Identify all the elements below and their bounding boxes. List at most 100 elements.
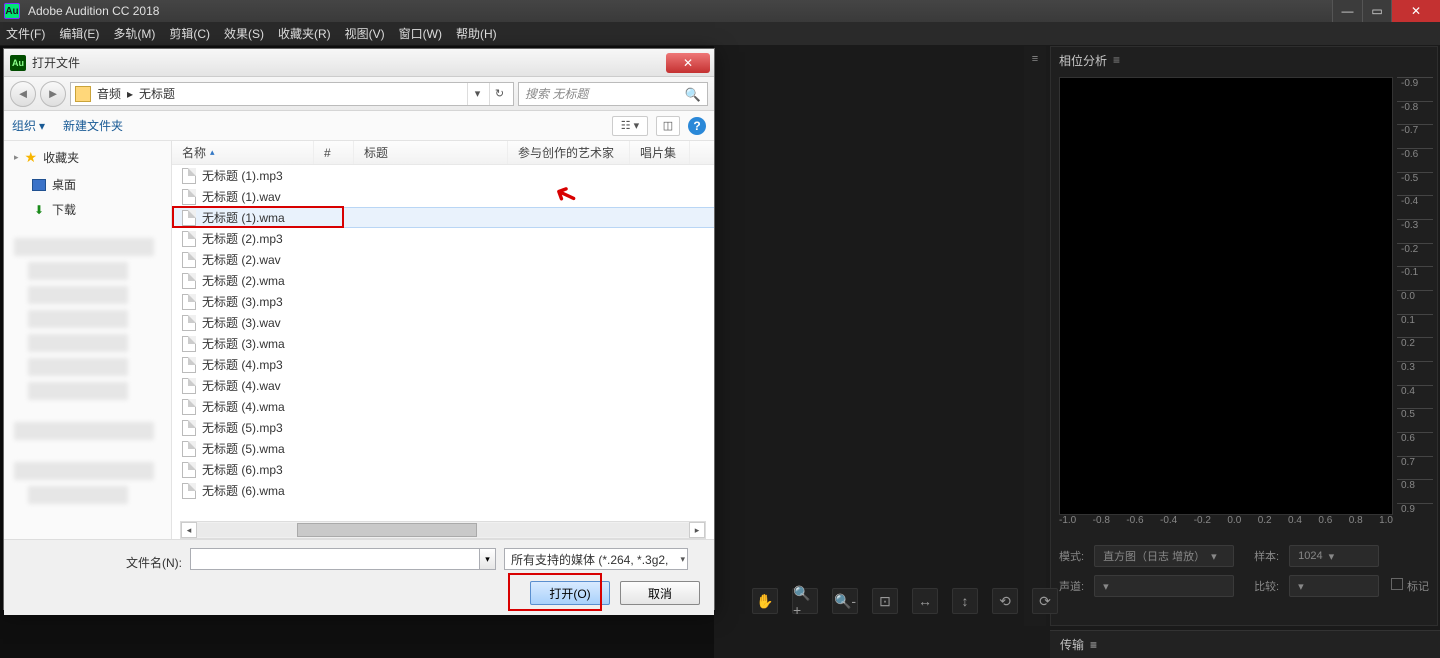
new-folder-button[interactable]: 新建文件夹 [63, 117, 123, 134]
breadcrumb-segment[interactable]: 无标题 [139, 85, 175, 102]
breadcrumb-segment[interactable]: 音频 [97, 85, 121, 102]
column-album[interactable]: 唱片集 [630, 141, 690, 164]
open-button[interactable]: 打开(O) [530, 581, 610, 605]
panel-menu-icon[interactable]: ≡ [1028, 52, 1042, 66]
blurred-item [28, 486, 128, 504]
column-title[interactable]: 标题 [354, 141, 508, 164]
menu-file[interactable]: 文件(F) [6, 25, 45, 42]
zoom-in-icon[interactable]: 🔍+ [792, 588, 818, 614]
file-row[interactable]: 无标题 (1).wma [172, 207, 714, 228]
menubar: 文件(F) 编辑(E) 多轨(M) 剪辑(C) 效果(S) 收藏夹(R) 视图(… [0, 22, 1440, 46]
channel-dropdown[interactable]: ▾ [1094, 575, 1234, 597]
panel-menu-icon[interactable]: ≡ [1090, 638, 1097, 652]
star-icon: ★ [25, 149, 38, 166]
marker-checkbox[interactable]: 标记 [1391, 578, 1429, 594]
scroll-right-button[interactable]: ▸ [689, 522, 705, 538]
file-type-filter[interactable]: 所有支持的媒体 (*.264, *.3g2, ▾ [504, 548, 688, 570]
phase-analysis-panel: 相位分析 ≡ -0.9 -0.8 -0.7 -0.6 -0.5 -0.4 -0.… [1050, 46, 1438, 626]
preview-pane-button[interactable]: ◫ [656, 116, 680, 136]
file-row[interactable]: 无标题 (3).wma [172, 333, 714, 354]
cancel-button[interactable]: 取消 [620, 581, 700, 605]
zoom-h-icon[interactable]: ↔ [912, 588, 938, 614]
blurred-item [28, 286, 128, 304]
file-name: 无标题 (3).mp3 [202, 293, 283, 310]
minimize-button[interactable]: — [1332, 0, 1362, 22]
horizontal-scrollbar[interactable]: ◂ ▸ [180, 521, 706, 539]
zoom-sel-in-icon[interactable]: ⟲ [992, 588, 1018, 614]
menu-view[interactable]: 视图(V) [345, 25, 385, 42]
menu-clip[interactable]: 剪辑(C) [169, 25, 210, 42]
scroll-thumb[interactable] [297, 523, 477, 537]
desktop-label: 桌面 [52, 176, 76, 193]
dialog-titlebar[interactable]: Au 打开文件 ✕ [4, 49, 714, 77]
mode-label: 模式: [1059, 548, 1084, 564]
menu-window[interactable]: 窗口(W) [399, 25, 442, 42]
zoom-out-icon[interactable]: 🔍- [832, 588, 858, 614]
filename-dropdown[interactable]: ▾ [480, 548, 496, 570]
file-row[interactable]: 无标题 (1).mp3 [172, 165, 714, 186]
file-row[interactable]: 无标题 (3).wav [172, 312, 714, 333]
close-button[interactable]: ✕ [1392, 0, 1440, 22]
file-icon [182, 168, 196, 184]
column-name[interactable]: 名称▴ [172, 141, 314, 164]
scroll-left-button[interactable]: ◂ [181, 522, 197, 538]
mode-value: 直方图（日志 增放） [1103, 548, 1205, 564]
file-row[interactable]: 无标题 (2).wma [172, 270, 714, 291]
sidebar-item-downloads[interactable]: ⬇下载 [4, 197, 171, 222]
phase-controls-row1: 模式: 直方图（日志 增放）▾ 样本: 1024▾ [1059, 541, 1429, 571]
nav-back-button[interactable]: ◄ [10, 81, 36, 107]
file-icon [182, 378, 196, 394]
col-label: 名称 [182, 144, 206, 161]
search-placeholder: 搜索 无标题 [525, 85, 588, 102]
file-row[interactable]: 无标题 (4).mp3 [172, 354, 714, 375]
panel-menu-icon[interactable]: ≡ [1113, 53, 1120, 67]
zoom-sel-out-icon[interactable]: ⟳ [1032, 588, 1058, 614]
file-row[interactable]: 无标题 (4).wma [172, 396, 714, 417]
address-bar[interactable]: 音频 ▸ 无标题 ▾ ↻ [70, 82, 514, 106]
hand-tool-icon[interactable]: ✋ [752, 588, 778, 614]
marker-label: 标记 [1407, 581, 1429, 593]
file-row[interactable]: 无标题 (5).wma [172, 438, 714, 459]
sidebar-item-desktop[interactable]: 桌面 [4, 172, 171, 197]
column-artist[interactable]: 参与创作的艺术家 [508, 141, 630, 164]
scroll-track[interactable] [197, 523, 689, 537]
file-name: 无标题 (3).wav [202, 314, 281, 331]
file-row[interactable]: 无标题 (4).wav [172, 375, 714, 396]
menu-help[interactable]: 帮助(H) [456, 25, 497, 42]
maximize-button[interactable]: ▭ [1362, 0, 1392, 22]
phase-plot-area[interactable] [1059, 77, 1393, 515]
open-file-dialog: Au 打开文件 ✕ ◄ ► 音频 ▸ 无标题 ▾ ↻ 搜索 无标题 🔍 组织 ▾… [3, 48, 715, 610]
favorites-section[interactable]: ▸★收藏夹 [4, 143, 171, 172]
file-row[interactable]: 无标题 (6).mp3 [172, 459, 714, 480]
address-dropdown[interactable]: ▾ [467, 83, 487, 105]
compare-dropdown[interactable]: ▾ [1289, 575, 1379, 597]
search-input[interactable]: 搜索 无标题 🔍 [518, 82, 708, 106]
menu-multitrack[interactable]: 多轨(M) [113, 25, 155, 42]
menu-effects[interactable]: 效果(S) [224, 25, 264, 42]
file-row[interactable]: 无标题 (3).mp3 [172, 291, 714, 312]
column-number[interactable]: # [314, 141, 354, 164]
scale-tick: -0.2 [1397, 243, 1433, 255]
dialog-close-button[interactable]: ✕ [666, 53, 710, 73]
organize-button[interactable]: 组织 ▾ [12, 117, 45, 134]
help-button[interactable]: ? [688, 117, 706, 135]
file-row[interactable]: 无标题 (5).mp3 [172, 417, 714, 438]
zoom-v-icon[interactable]: ↕ [952, 588, 978, 614]
mode-dropdown[interactable]: 直方图（日志 增放）▾ [1094, 545, 1234, 567]
menu-favorites[interactable]: 收藏夹(R) [278, 25, 331, 42]
file-icon [182, 336, 196, 352]
nav-forward-button[interactable]: ► [40, 81, 66, 107]
refresh-button[interactable]: ↻ [489, 83, 509, 105]
filename-input[interactable] [190, 548, 480, 570]
sample-dropdown[interactable]: 1024▾ [1289, 545, 1379, 567]
phase-controls-row2: 声道: ▾ 比较: ▾ 标记 [1059, 571, 1429, 601]
file-row[interactable]: 无标题 (6).wma [172, 480, 714, 501]
blurred-item [28, 262, 128, 280]
zoom-fit-icon[interactable]: ⊡ [872, 588, 898, 614]
view-mode-button[interactable]: ☷ ▾ [612, 116, 648, 136]
file-row[interactable]: 无标题 (1).wav [172, 186, 714, 207]
file-row[interactable]: 无标题 (2).wav [172, 249, 714, 270]
menu-edit[interactable]: 编辑(E) [59, 25, 99, 42]
file-list: 名称▴ # 标题 参与创作的艺术家 唱片集 无标题 (1).mp3无标题 (1)… [172, 141, 714, 539]
file-row[interactable]: 无标题 (2).mp3 [172, 228, 714, 249]
